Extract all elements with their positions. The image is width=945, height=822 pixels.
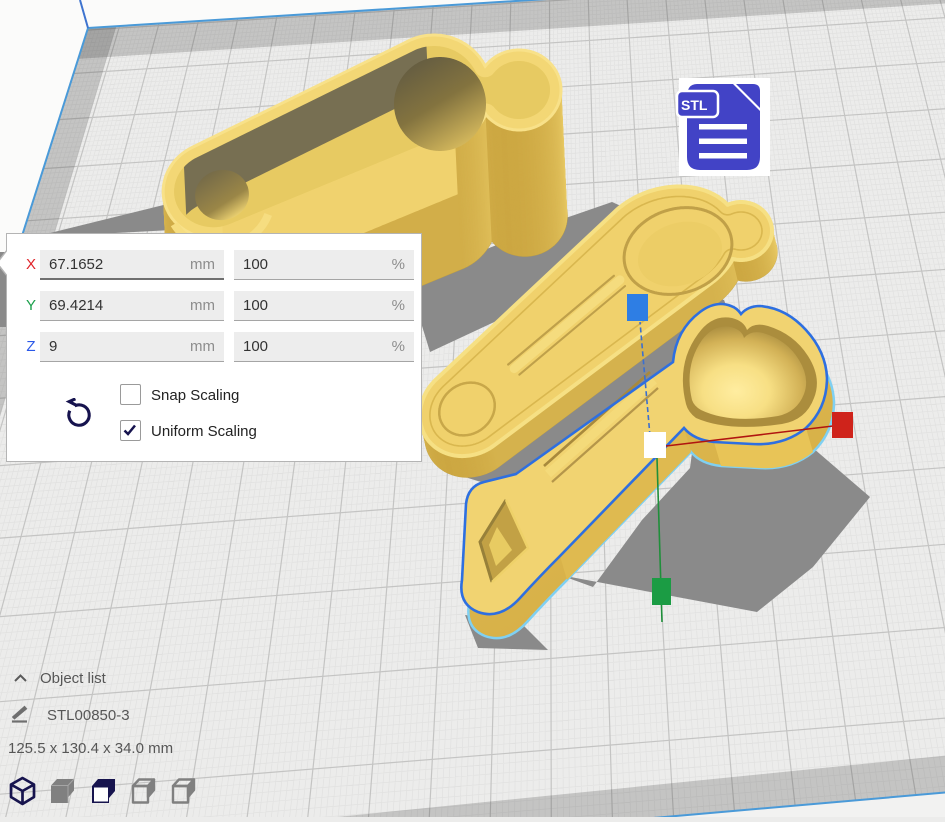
svg-text:STL: STL bbox=[681, 97, 708, 113]
